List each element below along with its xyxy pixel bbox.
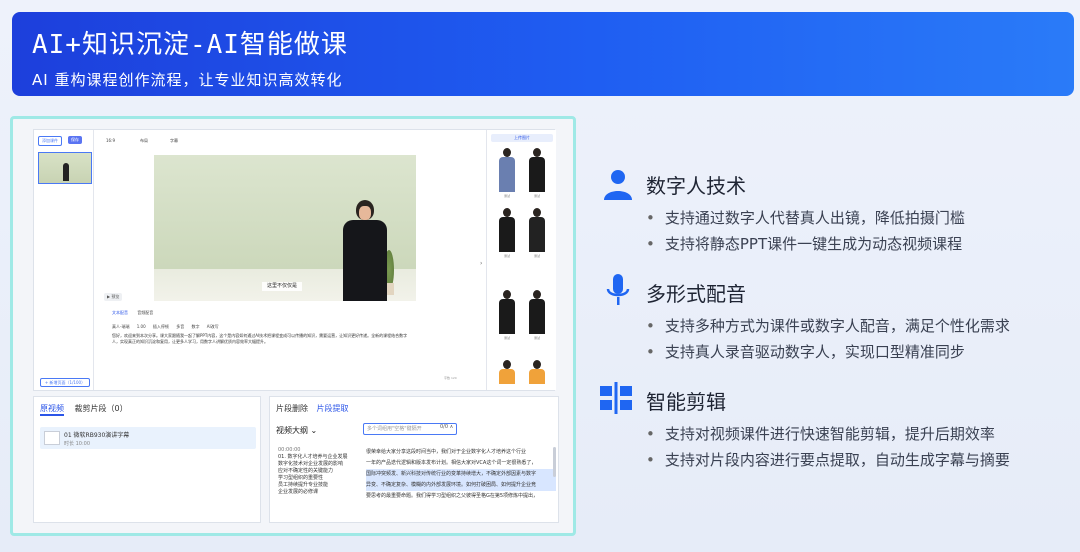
outline-time: 00:00:00 bbox=[278, 447, 301, 453]
outline-item[interactable]: 数字化技术对企业发展的影响 bbox=[278, 461, 360, 468]
extract-tabs: 片段删除 片段提取 bbox=[276, 403, 355, 414]
clip-title: 01 微软RB930演讲字幕 bbox=[64, 432, 130, 439]
avatar-panel: 上传图片 测试 测试 测试 测试 测试 测试 bbox=[486, 130, 556, 390]
outline-item[interactable]: 01. 数字化人才培养与企业发展 bbox=[278, 454, 360, 461]
tab-audio-voice[interactable]: 音频配音 bbox=[137, 310, 153, 315]
clip-thumbnail bbox=[44, 431, 60, 445]
search-count[interactable]: 0/0 ∧ bbox=[440, 424, 453, 430]
tab-cropped-clips[interactable]: 裁剪片段（0） bbox=[75, 404, 128, 413]
script-tabs: 文本配音 音频配音 bbox=[112, 310, 161, 316]
avatar-option[interactable]: 测试 bbox=[497, 290, 517, 340]
slide-panel: 添加课件 保存 + 新增页面（1/100） bbox=[34, 130, 94, 390]
person-icon bbox=[600, 166, 636, 202]
clip-panel: 原视频 裁剪片段（0） 01 微软RB930演讲字幕 时长 10:00 bbox=[33, 396, 261, 523]
feature-title-voiceover: 多形式配音 bbox=[646, 282, 746, 306]
layout-button[interactable]: 布局 bbox=[140, 138, 148, 144]
preview-play-button[interactable]: ▶ 预览 bbox=[104, 293, 123, 301]
clip-tabs: 原视频 裁剪片段（0） bbox=[40, 403, 128, 416]
avatar-option[interactable]: 测试 bbox=[497, 208, 517, 258]
transcript-scrollbar[interactable] bbox=[553, 447, 556, 477]
upload-image-button[interactable]: 上传图片 bbox=[491, 134, 553, 142]
add-courseware-button[interactable]: 添加课件 bbox=[38, 136, 62, 146]
expand-panel-icon[interactable]: › bbox=[480, 260, 482, 267]
clip-item[interactable]: 01 微软RB930演讲字幕 时长 10:00 bbox=[40, 427, 256, 449]
subtitle-button[interactable]: 字幕 bbox=[170, 138, 178, 144]
feature-bullet: 支持对片段内容进行要点提取，自动生成字幕与摘要 bbox=[646, 449, 1010, 470]
script-textarea[interactable]: 您好，欢迎来到本次分享。课大家跟随我一起了解PPT内容，这个是内容如何通过AI技… bbox=[112, 333, 412, 345]
feature-bullet: 支持多种方式为课件或数字人配音，满足个性化需求 bbox=[646, 315, 1010, 336]
feature-bullet: 支持将静态PPT课件一键生成为动态视频课程 bbox=[646, 233, 962, 254]
voice-controls: 真人-瑞瑞 1.00 插入停顿 多音 数字 AI改写 bbox=[112, 324, 225, 330]
transcript-text[interactable]: 很荣幸给大家分享这段时间当中，我们对于企业数字化人才培养这个行业 一年的产品迭代… bbox=[366, 447, 556, 521]
digital-presenter bbox=[339, 200, 391, 301]
avatar-option[interactable]: 测试 bbox=[527, 208, 547, 258]
clip-duration: 时长 10:00 bbox=[64, 441, 90, 447]
product-screenshot: 添加课件 保存 + 新增页面（1/100） 16:9 布局 字幕 这里不仅仅是 … bbox=[10, 116, 576, 536]
avatar-option[interactable]: 测试 bbox=[497, 148, 517, 198]
voice-selector[interactable]: 真人-瑞瑞 bbox=[112, 324, 129, 329]
save-button[interactable]: 保存 bbox=[68, 136, 82, 144]
outline-item[interactable]: 学习型组织的重要性 bbox=[278, 475, 360, 482]
feature-bullet: 支持通过数字人代替真人出镜，降低拍摄门槛 bbox=[646, 207, 965, 228]
aspect-ratio-selector[interactable]: 16:9 bbox=[106, 138, 115, 143]
tab-clip-extract[interactable]: 片段提取 bbox=[317, 404, 349, 413]
banner-title: AI+知识沉淀-AI智能做课 bbox=[32, 30, 348, 60]
tab-original-video[interactable]: 原视频 bbox=[40, 404, 64, 416]
char-count: 字数 120 bbox=[444, 376, 457, 380]
video-outline-dropdown[interactable]: 视频大纲 ⌄ bbox=[276, 425, 317, 436]
outline-item[interactable]: 应对不确定性的关键能力 bbox=[278, 468, 360, 475]
avatar-option[interactable] bbox=[497, 360, 517, 384]
video-stage[interactable]: 这里不仅仅是 bbox=[154, 155, 416, 301]
microphone-icon bbox=[600, 272, 636, 308]
feature-bullet: 支持真人录音驱动数字人，实现口型精准同步 bbox=[646, 341, 965, 362]
insert-pause-button[interactable]: 插入停顿 bbox=[153, 324, 169, 329]
course-editor: 添加课件 保存 + 新增页面（1/100） 16:9 布局 字幕 这里不仅仅是 … bbox=[33, 129, 556, 391]
thumb-presenter bbox=[63, 163, 69, 181]
scissor-edit-icon bbox=[598, 380, 634, 416]
transcript-line: 很荣幸给大家分享这段时间当中，我们对于企业数字化人才培养这个行业 bbox=[366, 449, 527, 455]
number-button[interactable]: 数字 bbox=[191, 324, 199, 329]
avatar-option[interactable]: 测试 bbox=[527, 148, 547, 198]
avatar-option[interactable] bbox=[527, 360, 547, 384]
outline-item[interactable]: 员工持续提升专业技能 bbox=[278, 482, 360, 489]
banner-subtitle: AI 重构课程创作流程，让专业知识高效转化 bbox=[32, 71, 343, 89]
add-page-button[interactable]: + 新增页面（1/100） bbox=[40, 378, 90, 387]
speed-selector[interactable]: 1.00 bbox=[137, 324, 146, 329]
avatar-option[interactable]: 测试 bbox=[527, 290, 547, 340]
extract-panel: 片段删除 片段提取 视频大纲 ⌄ 多个词组用"空格"键隔开 0/0 ∧ 00:0… bbox=[269, 396, 559, 523]
transcript-line: 要思考的最重要命题。我们得学习型组织之父彼得圣格G在第5项修炼中提出， bbox=[366, 493, 539, 499]
feature-bullet: 支持对视频课件进行快速智能剪辑，提升后期效率 bbox=[646, 423, 995, 444]
tab-text-voice[interactable]: 文本配音 bbox=[112, 310, 128, 315]
header-banner: AI+知识沉淀-AI智能做课 AI 重构课程创作流程，让专业知识高效转化 bbox=[12, 12, 1074, 96]
transcript-line: 一年的产品迭代逻辑和版本发布计划。相信大家对VCA这个词一定很熟悉了， bbox=[366, 460, 537, 466]
transcript-line-highlighted: 异变、不确定复杂、模糊的内外部发展环境。如何打破困局、如何提升企业竞 bbox=[366, 480, 556, 491]
tab-clip-delete[interactable]: 片段删除 bbox=[276, 404, 308, 413]
ai-rewrite-button[interactable]: AI改写 bbox=[207, 324, 219, 329]
feature-title-smart-edit: 智能剪辑 bbox=[646, 390, 726, 414]
outline-list: 00:00:00 01. 数字化人才培养与企业发展 数字化技术对企业发展的影响 … bbox=[278, 447, 360, 496]
polyphone-button[interactable]: 多音 bbox=[176, 324, 184, 329]
slide-thumbnail[interactable] bbox=[38, 152, 92, 184]
transcript-line-highlighted: 国际冲突频发、新兴科技对传统行业的变革持续增大，不确定外部因素与数字 bbox=[366, 469, 556, 480]
feature-title-digital-human: 数字人技术 bbox=[646, 174, 746, 198]
outline-item[interactable]: 企业发展的必修课 bbox=[278, 489, 360, 496]
subtitle-caption: 这里不仅仅是 bbox=[262, 282, 302, 291]
